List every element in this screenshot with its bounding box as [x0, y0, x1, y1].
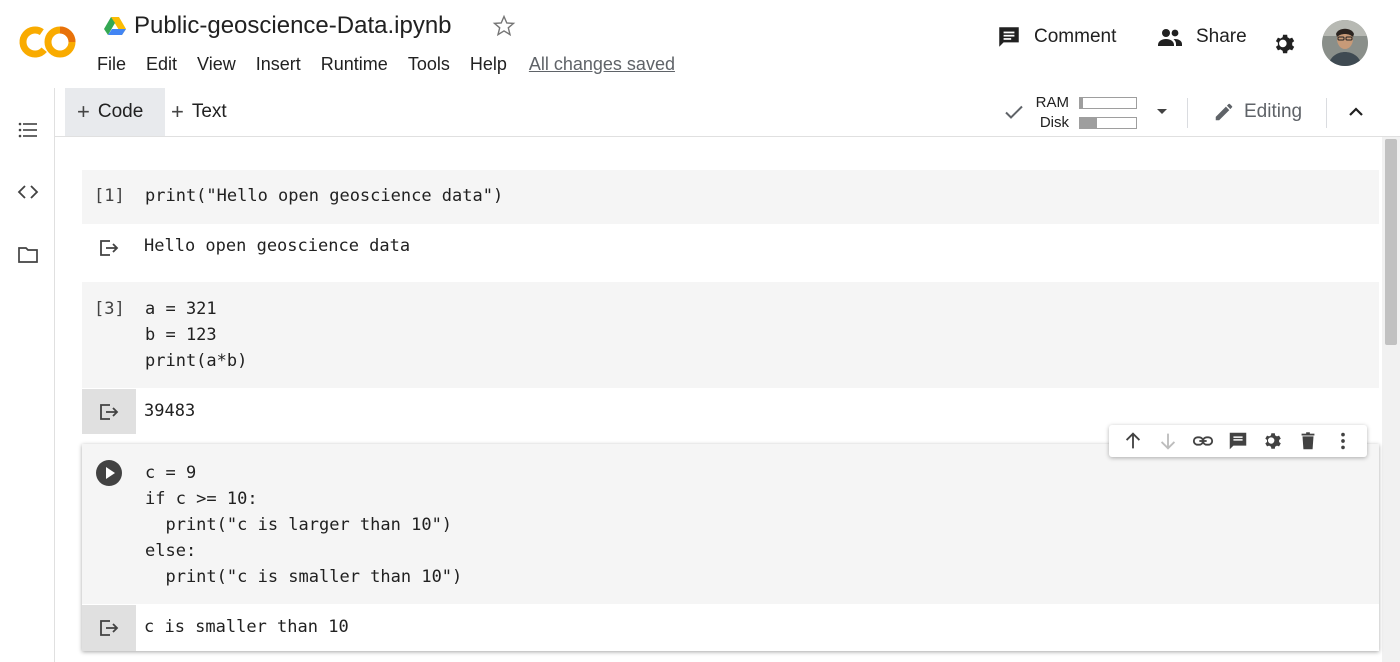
plus-icon: + [171, 99, 184, 124]
cell-action-toolbar [1109, 425, 1367, 457]
drive-icon[interactable] [104, 16, 126, 36]
output-arrow-icon [100, 620, 119, 636]
code-line[interactable]: print("c is larger than 10") [145, 515, 452, 535]
vertical-scrollbar[interactable] [1382, 137, 1400, 662]
pencil-icon[interactable] [1213, 101, 1235, 123]
output-arrow-icon [100, 240, 119, 256]
notebook-toolbar: + Code + Text RAM Disk Editing [55, 88, 1400, 137]
code-line[interactable]: c = 9 [145, 463, 196, 483]
menu-tools[interactable]: Tools [408, 54, 450, 75]
avatar-image [1322, 20, 1368, 66]
code-line[interactable]: if c >= 10: [145, 489, 258, 509]
scrollbar-thumb[interactable] [1385, 139, 1397, 345]
menu-help[interactable]: Help [470, 54, 507, 75]
arrow-up-icon[interactable] [1122, 430, 1144, 452]
settings-gear-icon[interactable] [1272, 31, 1298, 57]
resource-labels[interactable]: RAM Disk [1035, 93, 1069, 133]
gear-icon[interactable] [1262, 430, 1284, 452]
disk-usage-bar[interactable] [1079, 117, 1137, 129]
add-code-cell-button[interactable]: + Code [65, 88, 165, 136]
disk-label: Disk [1039, 114, 1069, 131]
cell-output-text: c is smaller than 10 [144, 617, 349, 637]
arrow-down-icon[interactable] [1157, 430, 1179, 452]
code-cell-1[interactable]: [1] print("Hello open geoscience data") [82, 170, 1379, 224]
cell-execution-count: [3] [94, 299, 125, 319]
disk-usage-fill [1080, 118, 1097, 128]
menu-runtime[interactable]: Runtime [321, 54, 388, 75]
comment-icon [999, 27, 1019, 47]
toolbar-divider [1326, 98, 1327, 128]
ram-usage-bar[interactable] [1079, 97, 1137, 109]
comment-icon[interactable] [1227, 430, 1249, 452]
files-folder-icon[interactable] [16, 243, 40, 267]
save-status-link[interactable]: All changes saved [529, 54, 675, 75]
cell-execution-count: [1] [94, 186, 125, 206]
toolbar-divider [1187, 98, 1188, 128]
code-line[interactable]: print("c is smaller than 10") [145, 567, 462, 587]
connected-check-icon [1005, 105, 1023, 119]
code-line[interactable]: else: [145, 541, 196, 561]
menu-bar: File Edit View Insert Runtime Tools Help… [97, 54, 675, 75]
trash-icon[interactable] [1297, 430, 1319, 452]
output-toggle-2[interactable] [82, 389, 136, 434]
menu-edit[interactable]: Edit [146, 54, 177, 75]
code-cell-2[interactable]: [3] a = 321 b = 123 print(a*b) [82, 282, 1379, 388]
collapse-header-icon[interactable] [1344, 100, 1368, 124]
menu-view[interactable]: View [197, 54, 236, 75]
output-toggle-1[interactable] [82, 232, 136, 264]
add-text-cell-button[interactable]: + Text [167, 88, 227, 136]
people-icon [1158, 29, 1182, 46]
add-code-label: Code [97, 101, 144, 122]
link-icon[interactable] [1192, 430, 1214, 452]
app-header: Public-geoscience-Data.ipynb File Edit V… [0, 0, 1400, 89]
active-code-cell[interactable]: c = 9 if c >= 10: print("c is larger tha… [82, 444, 1379, 651]
share-button[interactable]: Share [1156, 24, 1247, 50]
output-toggle-3[interactable] [82, 605, 136, 651]
star-icon[interactable] [492, 14, 516, 38]
menu-file[interactable]: File [97, 54, 126, 75]
editing-mode-label[interactable]: Editing [1244, 101, 1302, 123]
code-line[interactable]: print("Hello open geoscience data") [145, 186, 503, 206]
more-vert-icon[interactable] [1332, 430, 1354, 452]
share-label: Share [1196, 26, 1247, 47]
user-avatar[interactable] [1322, 20, 1368, 66]
cell-output-text: Hello open geoscience data [144, 236, 411, 256]
code-line[interactable]: print(a*b) [145, 351, 247, 371]
left-side-rail [0, 88, 55, 662]
colab-logo[interactable] [18, 22, 78, 62]
cell-output-text: 39483 [144, 401, 196, 421]
add-text-label: Text [191, 101, 227, 122]
ram-usage-fill [1080, 98, 1083, 108]
code-line[interactable]: a = 321 [145, 299, 217, 319]
comment-button[interactable]: Comment [996, 24, 1116, 50]
notebook-title[interactable]: Public-geoscience-Data.ipynb [134, 12, 452, 40]
output-arrow-icon [100, 403, 119, 420]
plus-icon: + [77, 99, 90, 124]
table-of-contents-icon[interactable] [16, 118, 40, 142]
code-cell-3[interactable]: c = 9 if c >= 10: print("c is larger tha… [82, 444, 1379, 604]
comment-label: Comment [1034, 26, 1117, 47]
dropdown-arrow-icon[interactable] [1152, 101, 1172, 121]
code-snippets-icon[interactable] [16, 180, 40, 204]
menu-insert[interactable]: Insert [256, 54, 301, 75]
ram-label: RAM [1035, 94, 1069, 111]
code-line[interactable]: b = 123 [145, 325, 217, 345]
run-cell-play-icon[interactable] [95, 459, 123, 487]
